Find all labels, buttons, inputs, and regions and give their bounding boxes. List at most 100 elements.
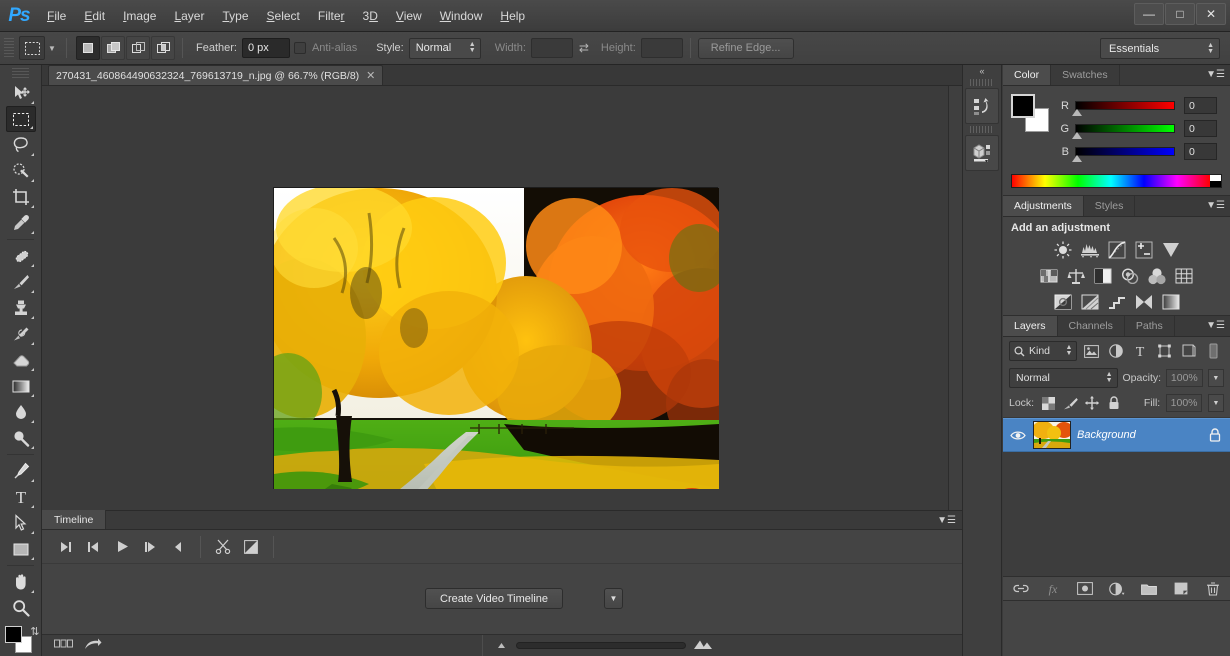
height-input[interactable] — [641, 38, 683, 58]
layers-panel-menu-icon[interactable]: ▼☰ — [1206, 321, 1225, 331]
color-panel-menu-icon[interactable]: ▼☰ — [1206, 70, 1225, 80]
filter-type-layers-icon[interactable]: T — [1129, 341, 1150, 361]
zoom-in-timeline-icon[interactable] — [693, 639, 713, 653]
blue-channel-slider[interactable] — [1075, 147, 1175, 156]
new-layer-icon[interactable] — [1173, 581, 1189, 597]
selective-color-icon[interactable] — [1161, 292, 1181, 312]
lock-position-icon[interactable] — [1084, 394, 1100, 412]
width-input[interactable] — [531, 38, 573, 58]
gradient-tool[interactable] — [6, 373, 36, 399]
rectangular-marquee-tool[interactable] — [6, 106, 36, 132]
new-adjustment-layer-icon[interactable] — [1109, 581, 1125, 597]
slider-thumb[interactable] — [1072, 109, 1082, 116]
hand-tool[interactable] — [6, 569, 36, 595]
fill-value[interactable]: 100% — [1166, 394, 1202, 412]
hue-saturation-icon[interactable] — [1039, 266, 1059, 286]
move-tool[interactable] — [6, 80, 36, 106]
blend-mode-select[interactable]: Normal ▲▼ — [1009, 368, 1118, 388]
new-group-icon[interactable] — [1141, 581, 1157, 597]
foreground-color-well[interactable] — [5, 626, 22, 643]
green-channel-value[interactable]: 0 — [1184, 120, 1217, 137]
tab-layers[interactable]: Layers — [1003, 316, 1058, 336]
go-to-first-frame-button[interactable] — [52, 534, 80, 560]
gradient-map-icon[interactable] — [1134, 292, 1154, 312]
opacity-dropdown-icon[interactable]: ▼ — [1208, 369, 1224, 387]
tool-preset-dropdown-icon[interactable]: ▼ — [45, 44, 59, 53]
marquee-tool-preset-icon[interactable] — [19, 36, 45, 60]
color-lookup-icon[interactable] — [1174, 266, 1194, 286]
create-timeline-dropdown-icon[interactable]: ▼ — [604, 588, 623, 609]
layer-style-fx-icon[interactable]: fx — [1045, 581, 1061, 597]
filter-toggle-switch[interactable] — [1203, 341, 1224, 361]
clone-stamp-tool[interactable] — [6, 295, 36, 321]
spectrum-bar[interactable] — [1012, 175, 1210, 187]
add-to-selection-button[interactable] — [101, 36, 125, 60]
filter-smart-objects-icon[interactable] — [1178, 341, 1199, 361]
tools-panel-grip[interactable] — [12, 68, 29, 78]
invert-icon[interactable] — [1053, 292, 1073, 312]
slider-thumb[interactable] — [1072, 132, 1082, 139]
style-select[interactable]: Normal ▲▼ — [409, 38, 481, 59]
delete-layer-icon[interactable] — [1205, 581, 1221, 597]
close-button[interactable]: ✕ — [1196, 3, 1226, 25]
tab-adjustments[interactable]: Adjustments — [1003, 196, 1084, 216]
lock-transparent-pixels-icon[interactable] — [1040, 394, 1056, 412]
properties-panel-icon[interactable] — [965, 135, 999, 171]
menu-filter[interactable]: Filter — [309, 5, 354, 27]
next-frame-button[interactable] — [136, 534, 164, 560]
slider-thumb[interactable] — [1072, 155, 1082, 162]
timeline-panel-menu-icon[interactable]: ▼☰ — [937, 515, 956, 526]
menu-select[interactable]: Select — [258, 5, 309, 27]
spectrum-white-black[interactable] — [1210, 175, 1221, 187]
filter-adjustment-layers-icon[interactable] — [1105, 341, 1126, 361]
lasso-tool[interactable] — [6, 132, 36, 158]
filter-pixel-layers-icon[interactable] — [1080, 341, 1101, 361]
exposure-icon[interactable] — [1134, 240, 1154, 260]
threshold-icon[interactable] — [1107, 292, 1127, 312]
channel-mixer-icon[interactable] — [1147, 266, 1167, 286]
spot-healing-brush-tool[interactable] — [6, 243, 36, 269]
blur-tool[interactable] — [6, 399, 36, 425]
menu-type[interactable]: Type — [213, 5, 257, 27]
posterize-icon[interactable] — [1080, 292, 1100, 312]
previous-frame-button[interactable] — [80, 534, 108, 560]
canvas-area[interactable] — [42, 86, 948, 489]
dodge-tool[interactable] — [6, 425, 36, 451]
play-button[interactable] — [108, 534, 136, 560]
zoom-tool[interactable] — [6, 595, 36, 621]
filter-shape-layers-icon[interactable] — [1154, 341, 1175, 361]
menu-window[interactable]: Window — [431, 5, 492, 27]
menu-edit[interactable]: Edit — [75, 5, 114, 27]
close-document-icon[interactable]: ✕ — [366, 69, 375, 82]
type-tool[interactable]: T — [6, 484, 36, 510]
workspace-switcher[interactable]: Essentials ▲▼ — [1100, 38, 1220, 59]
menu-layer[interactable]: Layer — [165, 5, 213, 27]
transition-button[interactable] — [237, 534, 265, 560]
menu-help[interactable]: Help — [491, 5, 534, 27]
eraser-tool[interactable] — [6, 347, 36, 373]
intersect-with-selection-button[interactable] — [151, 36, 175, 60]
anti-alias-checkbox[interactable] — [294, 42, 306, 54]
history-brush-tool[interactable] — [6, 321, 36, 347]
fill-dropdown-icon[interactable]: ▼ — [1208, 394, 1224, 412]
feather-input[interactable]: 0 px — [242, 38, 290, 58]
brightness-contrast-icon[interactable] — [1053, 240, 1073, 260]
canvas-vertical-scrollbar[interactable] — [948, 86, 962, 554]
menu-image[interactable]: Image — [114, 5, 165, 27]
curves-icon[interactable] — [1107, 240, 1127, 260]
zoom-out-timeline-icon[interactable] — [497, 640, 509, 652]
new-selection-button[interactable] — [76, 36, 100, 60]
black-and-white-icon[interactable] — [1093, 266, 1113, 286]
green-channel-slider[interactable] — [1075, 124, 1175, 133]
render-video-icon[interactable] — [84, 638, 102, 654]
tab-paths[interactable]: Paths — [1125, 316, 1175, 336]
maximize-button[interactable]: □ — [1165, 3, 1195, 25]
vibrance-icon[interactable] — [1161, 240, 1181, 260]
photo-filter-icon[interactable] — [1120, 266, 1140, 286]
convert-to-frame-animation-icon[interactable] — [54, 639, 74, 652]
link-layers-icon[interactable] — [1013, 581, 1029, 597]
brush-tool[interactable] — [6, 269, 36, 295]
table-row[interactable]: Background — [1003, 418, 1230, 452]
timeline-zoom-slider[interactable] — [516, 642, 686, 649]
eyedropper-tool[interactable] — [6, 210, 36, 236]
